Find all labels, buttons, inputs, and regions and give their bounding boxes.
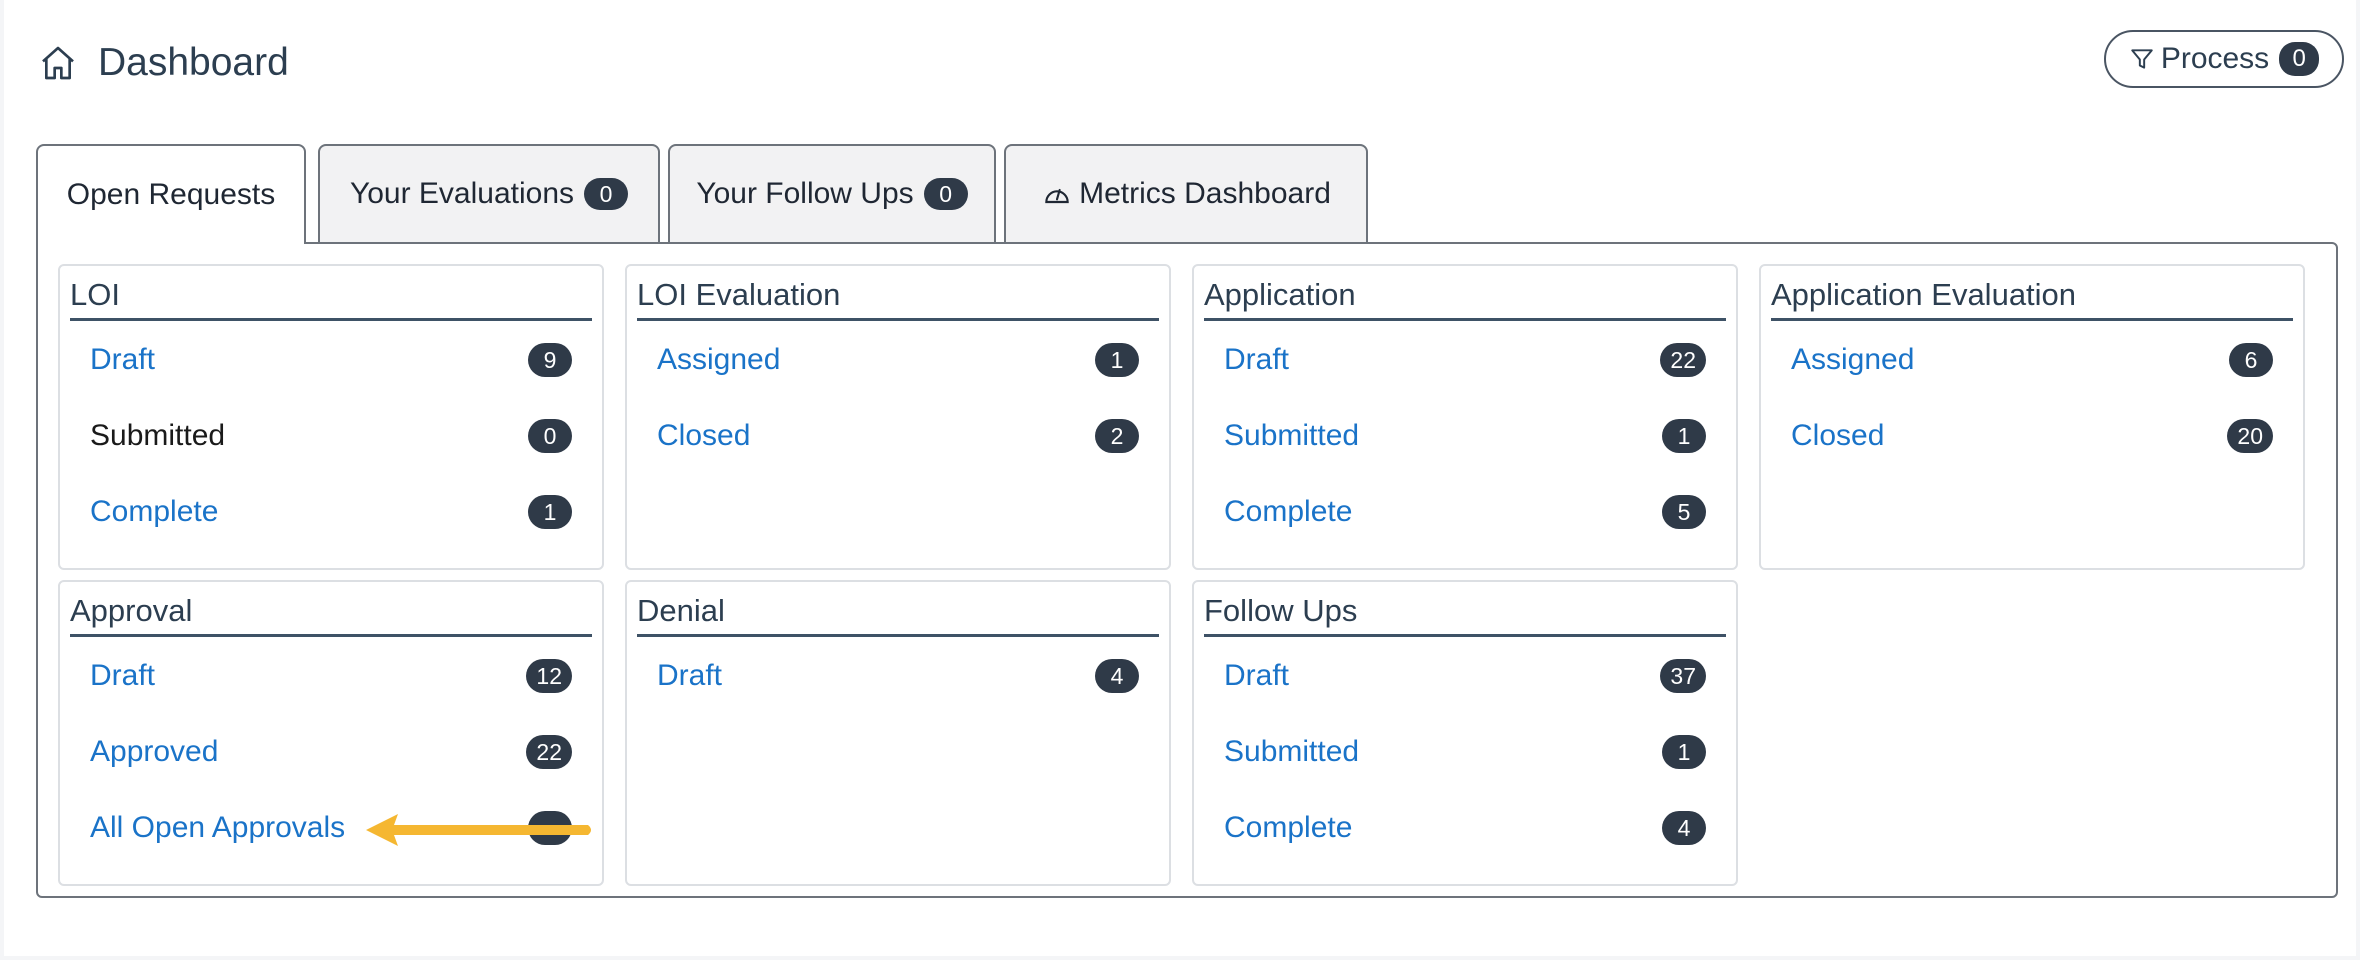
- list-item[interactable]: Assigned 6: [1791, 340, 2273, 380]
- count-badge: 5: [1662, 495, 1706, 529]
- page: Dashboard Process 0 Open Requests Your E…: [4, 0, 2356, 956]
- tab-open-requests[interactable]: Open Requests: [36, 144, 306, 244]
- row-link[interactable]: Closed: [1791, 419, 1884, 453]
- tab-label: Open Requests: [66, 178, 276, 211]
- card-title: Denial: [637, 592, 1159, 637]
- row-link[interactable]: Submitted: [1224, 419, 1359, 453]
- card-title: Approval: [70, 592, 592, 637]
- card-title: Application: [1204, 276, 1726, 321]
- open-requests-panel: LOI Draft 9 Submitted 0 Complete 1 LOI E…: [36, 242, 2338, 898]
- count-badge: 12: [526, 659, 572, 693]
- annotation-arrow-icon: [366, 814, 591, 846]
- row-link[interactable]: Draft: [1224, 659, 1289, 693]
- row-link[interactable]: Assigned: [1791, 343, 1914, 377]
- tab-label: Metrics Dashboard: [1079, 177, 1331, 210]
- list-item[interactable]: Closed 20: [1791, 416, 2273, 456]
- count-badge: 4: [1095, 659, 1139, 693]
- follow-ups-card: Follow Ups Draft 37 Submitted 1 Complete…: [1192, 580, 1738, 886]
- count-badge: 22: [1660, 343, 1706, 377]
- tab-your-follow-ups[interactable]: Your Follow Ups 0: [668, 144, 996, 242]
- list-item[interactable]: Draft 4: [657, 656, 1139, 696]
- row-link[interactable]: Draft: [1224, 343, 1289, 377]
- count-badge: 1: [1662, 735, 1706, 769]
- row-link[interactable]: Complete: [1224, 811, 1352, 845]
- process-label: Process: [2160, 42, 2270, 75]
- card-title: Follow Ups: [1204, 592, 1726, 637]
- tab-count-badge: 0: [923, 178, 968, 210]
- count-badge: 4: [1662, 811, 1706, 845]
- count-badge: 0: [528, 419, 572, 453]
- gauge-icon: [1045, 188, 1069, 204]
- list-item[interactable]: Draft 9: [90, 340, 572, 380]
- card-title: Application Evaluation: [1771, 276, 2293, 321]
- count-badge: 6: [2229, 343, 2273, 377]
- row-link[interactable]: Draft: [657, 659, 722, 693]
- list-item[interactable]: Complete 4: [1224, 808, 1706, 848]
- tab-count-badge: 0: [584, 178, 629, 210]
- home-icon: [42, 46, 74, 80]
- page-header: Dashboard: [38, 36, 289, 90]
- tab-label: Your Evaluations: [349, 177, 575, 210]
- count-badge: 9: [528, 343, 572, 377]
- list-item[interactable]: Draft 22: [1224, 340, 1706, 380]
- denial-card: Denial Draft 4: [625, 580, 1171, 886]
- list-item[interactable]: Assigned 1: [657, 340, 1139, 380]
- tab-your-evaluations[interactable]: Your Evaluations 0: [318, 144, 660, 242]
- filter-icon: [2131, 49, 2153, 69]
- count-badge: 1: [528, 495, 572, 529]
- row-label: Submitted: [90, 419, 226, 452]
- all-open-approvals-link[interactable]: All Open Approvals: [90, 811, 345, 845]
- count-badge: 1: [1662, 419, 1706, 453]
- list-item[interactable]: Draft 37: [1224, 656, 1706, 696]
- count-badge: 2: [1095, 419, 1139, 453]
- list-item[interactable]: Draft 12: [90, 656, 572, 696]
- list-item[interactable]: Submitted 1: [1224, 732, 1706, 772]
- row-link[interactable]: Complete: [90, 495, 218, 529]
- count-badge: 1: [1095, 343, 1139, 377]
- count-badge: 37: [1660, 659, 1706, 693]
- list-item[interactable]: Complete 1: [90, 492, 572, 532]
- tab-metrics-dashboard[interactable]: Metrics Dashboard: [1004, 144, 1368, 242]
- list-item: Submitted 0: [90, 416, 572, 456]
- application-evaluation-card: Application Evaluation Assigned 6 Closed…: [1759, 264, 2305, 570]
- loi-card: LOI Draft 9 Submitted 0 Complete 1: [58, 264, 604, 570]
- application-card: Application Draft 22 Submitted 1 Complet…: [1192, 264, 1738, 570]
- row-link[interactable]: Complete: [1224, 495, 1352, 529]
- list-item[interactable]: Approved 22: [90, 732, 572, 772]
- process-count-badge: 0: [2279, 42, 2320, 76]
- row-link[interactable]: Draft: [90, 343, 155, 377]
- list-item[interactable]: Submitted 1: [1224, 416, 1706, 456]
- page-title: Dashboard: [98, 41, 289, 84]
- row-link[interactable]: Closed: [657, 419, 750, 453]
- tab-label: Your Follow Ups: [696, 177, 914, 210]
- list-item[interactable]: Closed 2: [657, 416, 1139, 456]
- process-button[interactable]: Process 0: [2104, 30, 2344, 88]
- row-link[interactable]: Approved: [90, 735, 218, 769]
- row-link[interactable]: Draft: [90, 659, 155, 693]
- loi-evaluation-card: LOI Evaluation Assigned 1 Closed 2: [625, 264, 1171, 570]
- list-item[interactable]: Complete 5: [1224, 492, 1706, 532]
- card-title: LOI: [70, 276, 592, 321]
- count-badge: 22: [526, 735, 572, 769]
- card-title: LOI Evaluation: [637, 276, 1159, 321]
- row-link[interactable]: Submitted: [1224, 735, 1359, 769]
- count-badge: 20: [2227, 419, 2273, 453]
- row-link[interactable]: Assigned: [657, 343, 780, 377]
